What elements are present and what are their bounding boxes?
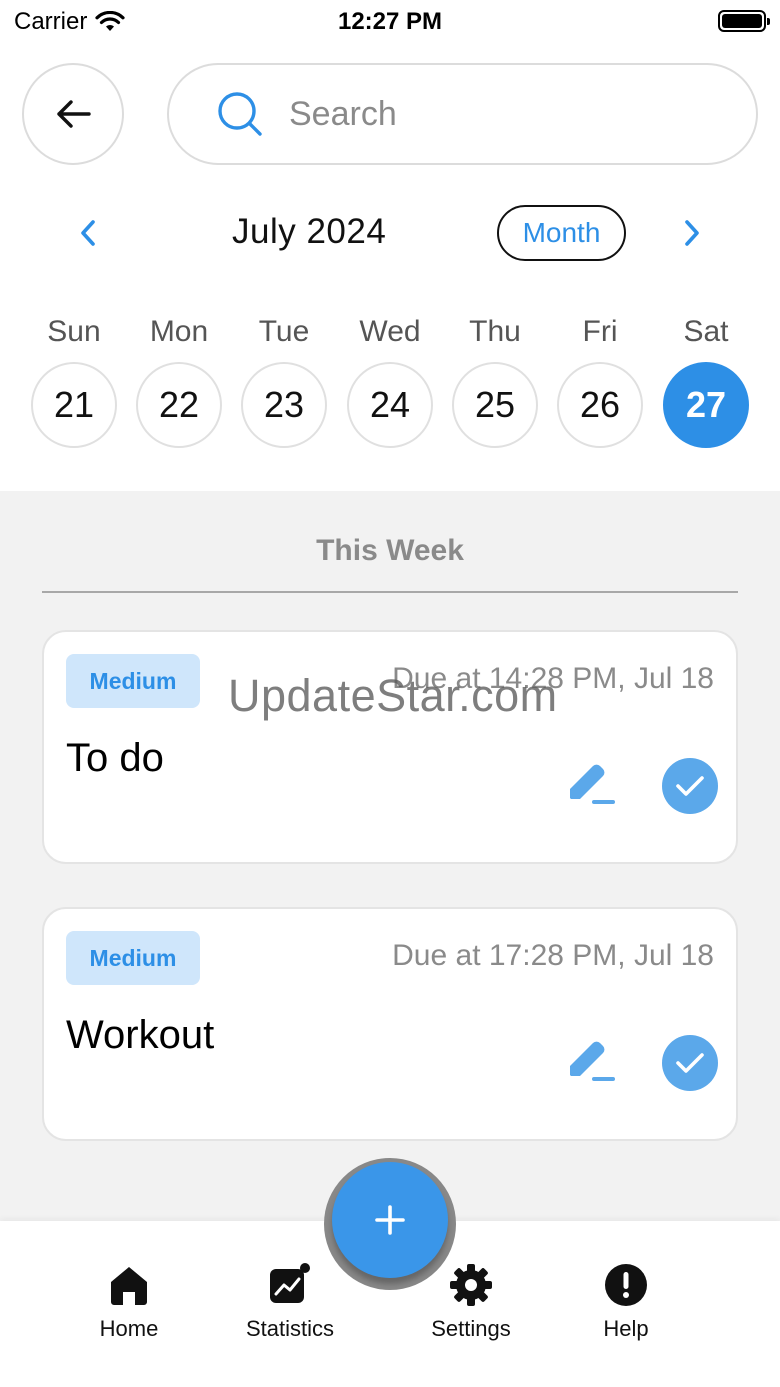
next-month-button[interactable] — [677, 210, 707, 256]
clock: 12:27 PM — [337, 8, 443, 35]
day-date-selected[interactable]: 27 — [663, 362, 749, 448]
nav-label: Home — [99, 1316, 159, 1341]
watermark: UpdateStar.com — [228, 670, 558, 721]
task-card[interactable]: Medium Due at 14:28 PM, Jul 18 To do — [42, 630, 738, 864]
search-bar[interactable] — [167, 63, 758, 165]
priority-badge: Medium — [66, 654, 200, 708]
week-strip: Sun 21 Mon 22 Tue 23 Wed 24 Thu 25 Fri 2… — [22, 310, 760, 460]
complete-button[interactable] — [662, 1035, 718, 1091]
section-title: This Week — [316, 534, 464, 567]
nav-item-statistics[interactable]: Statistics — [220, 1262, 360, 1342]
day-name: Mon — [149, 315, 209, 348]
task-title: Workout — [66, 1013, 215, 1057]
day-sat[interactable]: Sat 27 — [662, 310, 750, 448]
day-date[interactable]: 22 — [136, 362, 222, 448]
day-name: Wed — [359, 315, 421, 348]
nav-label: Help — [603, 1316, 649, 1341]
month-navigation: July 2024 Month — [0, 200, 780, 266]
day-date[interactable]: 25 — [452, 362, 538, 448]
chevron-left-icon — [81, 220, 95, 246]
day-date[interactable]: 21 — [31, 362, 117, 448]
check-icon — [676, 776, 704, 796]
day-date[interactable]: 23 — [241, 362, 327, 448]
arrow-left-icon — [57, 100, 91, 128]
chevron-right-icon — [685, 220, 699, 246]
nav-label: Statistics — [245, 1316, 335, 1341]
nav-label: Settings — [431, 1316, 511, 1341]
battery-icon — [718, 10, 770, 32]
nav-item-settings[interactable]: Settings — [401, 1262, 541, 1342]
previous-month-button[interactable] — [73, 210, 103, 256]
status-bar: Carrier 12:27 PM — [0, 0, 780, 44]
search-input[interactable] — [289, 94, 709, 134]
month-title: July 2024 — [232, 212, 387, 251]
edit-icon[interactable] — [564, 1035, 616, 1087]
due-date: Due at 17:28 PM, Jul 18 — [392, 939, 714, 972]
search-icon — [218, 92, 262, 136]
day-date[interactable]: 26 — [557, 362, 643, 448]
day-date[interactable]: 24 — [347, 362, 433, 448]
gear-icon — [450, 1264, 492, 1306]
day-thu[interactable]: Thu 25 — [451, 310, 539, 448]
complete-button[interactable] — [662, 758, 718, 814]
nav-item-help[interactable]: Help — [556, 1262, 696, 1342]
nav-item-home[interactable]: Home — [59, 1262, 199, 1342]
day-sun[interactable]: Sun 21 — [30, 310, 118, 448]
day-tue[interactable]: Tue 23 — [240, 310, 328, 448]
add-task-button[interactable] — [332, 1162, 448, 1278]
day-name: Sun — [47, 315, 101, 348]
month-view-button[interactable]: Month — [497, 205, 626, 261]
day-name: Sat — [683, 315, 729, 348]
task-card[interactable]: Medium Due at 17:28 PM, Jul 18 Workout — [42, 907, 738, 1141]
statistics-icon — [270, 1263, 310, 1303]
back-button[interactable] — [22, 63, 124, 165]
help-icon — [605, 1264, 647, 1306]
plus-icon — [375, 1205, 405, 1235]
check-icon — [676, 1053, 704, 1073]
day-wed[interactable]: Wed 24 — [346, 310, 434, 448]
section-divider — [42, 591, 738, 593]
edit-icon[interactable] — [564, 758, 616, 810]
day-name: Fri — [582, 315, 618, 348]
day-mon[interactable]: Mon 22 — [135, 310, 223, 448]
day-fri[interactable]: Fri 26 — [556, 310, 644, 448]
priority-badge: Medium — [66, 931, 200, 985]
task-title: To do — [66, 736, 164, 780]
day-name: Tue — [258, 315, 310, 348]
day-name: Thu — [469, 315, 521, 348]
home-icon — [111, 1267, 147, 1305]
